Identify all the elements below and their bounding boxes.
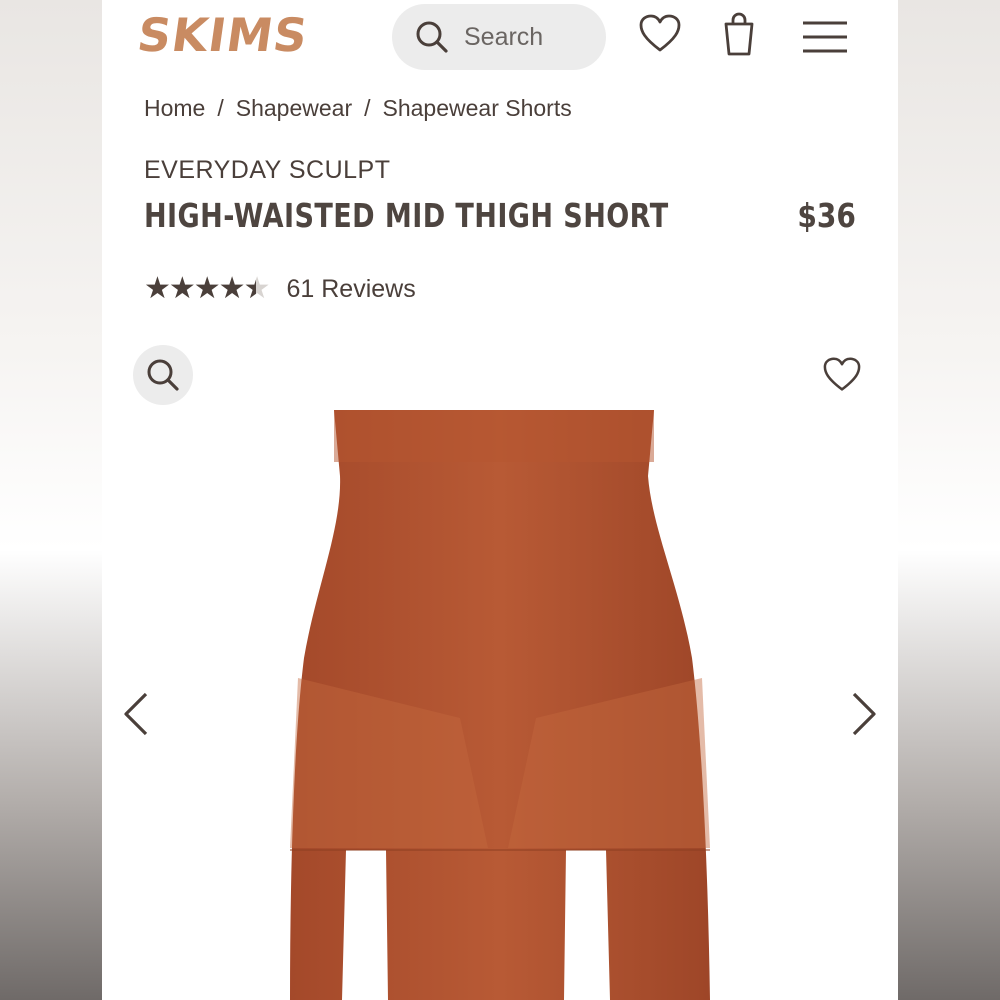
shopping-bag-icon[interactable]: [722, 12, 756, 58]
heart-icon[interactable]: [638, 14, 682, 54]
breadcrumb-shapewear-shorts[interactable]: Shapewear Shorts: [383, 95, 572, 121]
product-collection[interactable]: EVERYDAY SCULPT: [144, 156, 390, 185]
stars-filled: ★★★★★: [144, 274, 256, 304]
product-image[interactable]: [280, 408, 720, 1000]
phone-screen: SKIMS Search Home / Shapewear / Shapewear Sh…: [102, 0, 898, 1000]
search-bar[interactable]: Search: [392, 4, 606, 70]
product-rating[interactable]: ★★★★★ ★★★★★ 61 Reviews: [144, 274, 416, 304]
waistband: [334, 410, 654, 462]
chevron-right-icon[interactable]: [850, 690, 878, 738]
menu-icon[interactable]: [802, 20, 848, 54]
chevron-left-icon[interactable]: [122, 690, 150, 738]
breadcrumb-separator: /: [364, 95, 371, 121]
skims-logo[interactable]: SKIMS: [134, 8, 311, 62]
background-left: [0, 0, 102, 1000]
breadcrumb-separator: /: [217, 95, 224, 121]
reviews-link[interactable]: 61 Reviews: [286, 275, 415, 304]
breadcrumb-shapewear[interactable]: Shapewear: [236, 95, 352, 121]
search-icon: [416, 21, 448, 53]
search-placeholder: Search: [464, 22, 544, 51]
star-rating: ★★★★★ ★★★★★: [144, 274, 270, 304]
product-title: HIGH-WAISTED MID THIGH SHORT: [144, 196, 669, 235]
favorite-heart-icon[interactable]: [822, 357, 862, 393]
background-right: [898, 0, 1000, 1000]
product-price: $36: [797, 196, 856, 235]
breadcrumb: Home / Shapewear / Shapewear Shorts: [144, 95, 572, 122]
breadcrumb-home[interactable]: Home: [144, 95, 205, 121]
zoom-button[interactable]: [133, 345, 193, 405]
zoom-icon: [147, 359, 179, 391]
